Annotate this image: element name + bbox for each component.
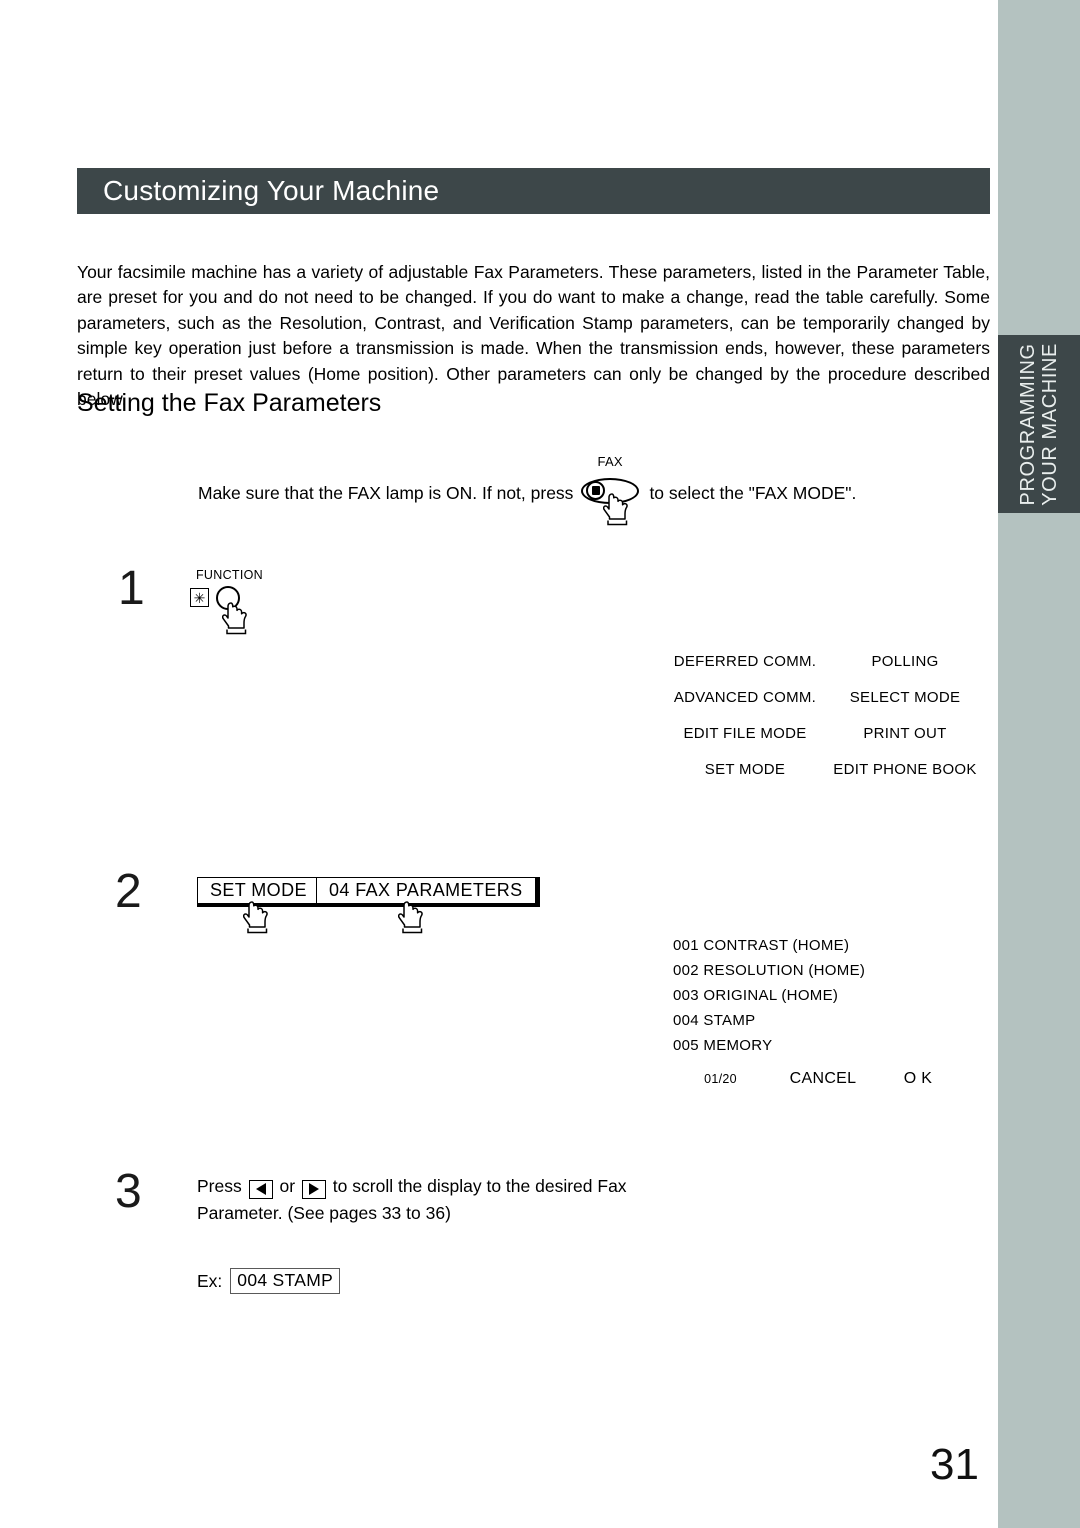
lcd-menu-item[interactable]: EDIT PHONE BOOK bbox=[820, 761, 990, 778]
lcd-menu-item[interactable]: DEFERRED COMM. bbox=[670, 653, 820, 670]
lcd-menu-item[interactable]: EDIT FILE MODE bbox=[670, 725, 820, 742]
lcd-footer-row: 01/20 CANCEL O K bbox=[673, 1058, 993, 1100]
example-line: Ex: 004 STAMP bbox=[197, 1268, 341, 1294]
document-page: Customizing Your Machine Your facsimile … bbox=[0, 0, 998, 1528]
lcd-menu-item[interactable]: SELECT MODE bbox=[820, 689, 990, 706]
function-button-label: FUNCTION bbox=[196, 568, 263, 582]
lcd-menu-item[interactable]: PRINT OUT bbox=[820, 725, 990, 742]
page-title: Customizing Your Machine bbox=[103, 175, 440, 206]
lcd-parameter-item[interactable]: 004 STAMP bbox=[673, 1008, 993, 1033]
asterisk-key-icon: ✳ bbox=[190, 588, 209, 607]
step3-press-label: Press bbox=[197, 1176, 242, 1196]
lcd-function-menu: DEFERRED COMM. POLLING ADVANCED COMM. SE… bbox=[670, 643, 990, 787]
pointing-hand-icon bbox=[603, 492, 633, 526]
step-3-number: 3 bbox=[115, 1165, 142, 1218]
ok-button[interactable]: O K bbox=[878, 1070, 958, 1088]
lcd-menu-row: ADVANCED COMM. SELECT MODE bbox=[670, 679, 990, 715]
arrow-right-key-icon[interactable] bbox=[301, 1179, 326, 1199]
fax-button-label: FAX bbox=[597, 454, 623, 469]
step-2-number: 2 bbox=[115, 865, 142, 918]
section-tab: PROGRAMMING YOUR MACHINE bbox=[998, 335, 1080, 513]
edge-strip bbox=[998, 0, 1080, 1528]
step3-pages-label: Parameter. (See pages 33 to 36) bbox=[197, 1203, 451, 1223]
lcd-menu-item[interactable]: SET MODE bbox=[670, 761, 820, 778]
example-value-box: 004 STAMP bbox=[230, 1268, 341, 1294]
lcd-menu-row: DEFERRED COMM. POLLING bbox=[670, 643, 990, 679]
step-1-number: 1 bbox=[118, 562, 145, 615]
section-tab-text: PROGRAMMING YOUR MACHINE bbox=[1017, 343, 1062, 506]
pointing-hand-icon bbox=[222, 601, 252, 635]
example-label: Ex: bbox=[197, 1270, 223, 1291]
step3-scroll-label: to scroll the display to the desired Fax bbox=[332, 1176, 627, 1196]
page-title-bar: Customizing Your Machine bbox=[77, 168, 990, 214]
lcd-parameter-list: 001 CONTRAST (HOME) 002 RESOLUTION (HOME… bbox=[673, 933, 993, 1100]
pointing-hand-icon bbox=[243, 900, 273, 934]
lcd-parameter-item[interactable]: 003 ORIGINAL (HOME) bbox=[673, 983, 993, 1008]
lcd-menu-row: EDIT FILE MODE PRINT OUT bbox=[670, 715, 990, 751]
fax-mode-button[interactable]: FAX bbox=[581, 454, 643, 526]
lcd-menu-row: SET MODE EDIT PHONE BOOK bbox=[670, 751, 990, 787]
lcd-parameter-item[interactable]: 002 RESOLUTION (HOME) bbox=[673, 958, 993, 983]
function-button[interactable]: FUNCTION ✳ bbox=[190, 568, 280, 638]
section-tab-line-1: PROGRAMMING bbox=[1016, 342, 1039, 506]
pointing-hand-icon bbox=[398, 900, 428, 934]
step3-or-label: or bbox=[279, 1176, 296, 1196]
fax-lamp-instruction: Make sure that the FAX lamp is ON. If no… bbox=[198, 454, 857, 526]
section-subheading: Setting the Fax Parameters bbox=[77, 389, 382, 417]
lcd-parameter-item[interactable]: 005 MEMORY bbox=[673, 1033, 993, 1058]
cancel-button[interactable]: CANCEL bbox=[768, 1070, 878, 1088]
step-3-instruction: Press or to scroll the display to the de… bbox=[197, 1173, 667, 1227]
lcd-menu-item[interactable]: ADVANCED COMM. bbox=[670, 689, 820, 706]
lcd-parameter-item[interactable]: 001 CONTRAST (HOME) bbox=[673, 933, 993, 958]
fax-lamp-text-before: Make sure that the FAX lamp is ON. If no… bbox=[198, 482, 574, 503]
fax-lamp-text-after: to select the "FAX MODE". bbox=[649, 482, 857, 503]
page-indicator: 01/20 bbox=[704, 1072, 737, 1086]
lcd-menu-item[interactable]: POLLING bbox=[820, 653, 990, 670]
section-tab-line-2: YOUR MACHINE bbox=[1039, 342, 1061, 506]
page-number: 31 bbox=[930, 1440, 979, 1489]
arrow-left-key-icon[interactable] bbox=[248, 1179, 273, 1199]
